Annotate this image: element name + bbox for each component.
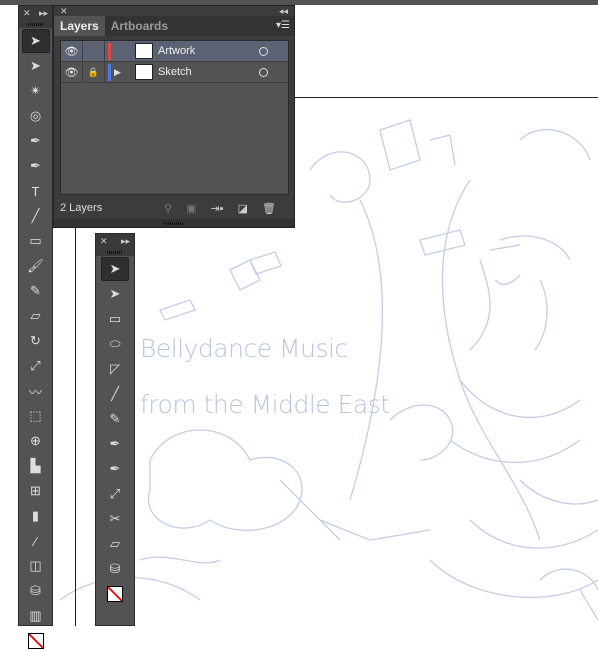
free-transform-tool[interactable]: ⬚ [22, 404, 50, 428]
lasso-tool[interactable]: ◎ [22, 104, 50, 128]
rotate-tool[interactable]: ↻ [22, 329, 50, 353]
expand-icon[interactable]: ▸▸ [121, 236, 130, 247]
lock-icon[interactable]: 🔒 [83, 62, 105, 82]
eraser-tool[interactable]: ▱ [22, 304, 50, 328]
expand-triangle-icon[interactable]: ▶ [114, 67, 130, 78]
trash-icon[interactable]: 🗑 [262, 202, 276, 215]
main-toolbar: ✕ ▸▸ ➤ ➤ ✴ ◎ ✒ ✒ T ╱ ▭ 🖌 ✎ ▱ ↻ ⤢ 〰 ⬚ ⊕ ▙ ⊞ ▮ ⁄ ◫ ⛁ ▥ [18, 5, 53, 649]
floating-toolbar: ✕ ▸▸ ➤ ➤ ▭ ⬭ ◸ ╱ ✎ ✒ ✒ ⤢ ✂ ▱ ⛁ [95, 233, 135, 626]
layers-panel: ✕ ◂◂ Layers Artboards ▾☰ 👁 Artwork 👁 🔒 ▶ … [53, 5, 295, 228]
selection-tool[interactable]: ➤ [21, 29, 50, 53]
layer-row-sketch[interactable]: 👁 🔒 ▶ Sketch [61, 62, 288, 83]
close-icon[interactable]: ✕ [100, 236, 108, 247]
expand-icon[interactable]: ▸▸ [39, 8, 48, 19]
artboard-edge-top [295, 97, 598, 98]
tab-artboards[interactable]: Artboards [105, 16, 174, 36]
pen-tool[interactable]: ✒ [101, 432, 129, 456]
pen-tool[interactable]: ✒ [22, 129, 50, 153]
fill-stroke-swatch[interactable] [22, 629, 50, 653]
layers-list: 👁 Artwork 👁 🔒 ▶ Sketch [60, 40, 289, 195]
panel-resize-grip[interactable] [54, 219, 294, 227]
ellipse-tool[interactable]: ⬭ [101, 332, 129, 356]
paintbrush-tool[interactable]: 🖌 [22, 254, 50, 278]
close-icon[interactable]: ✕ [23, 8, 31, 19]
add-anchor-tool[interactable]: ✒ [101, 457, 129, 481]
lock-toggle[interactable] [83, 41, 105, 61]
target-circle-icon[interactable] [259, 46, 268, 56]
layer-thumbnail [135, 64, 153, 80]
eyedropper-tool[interactable]: ⁄ [22, 529, 50, 553]
scale-tool[interactable]: ⤢ [22, 354, 50, 378]
layer-name[interactable]: Sketch [158, 66, 192, 78]
line-tool[interactable]: ╱ [101, 382, 129, 406]
magic-wand-tool[interactable]: ✴ [22, 79, 50, 103]
direct-selection-tool[interactable]: ➤ [101, 282, 129, 306]
layer-color [108, 42, 111, 60]
layer-color [108, 63, 111, 81]
layer-count: 2 Layers [60, 202, 103, 214]
toolbar-grip[interactable] [96, 248, 134, 256]
gradient-tool[interactable]: ▮ [22, 504, 50, 528]
toolbar-grip[interactable] [19, 20, 52, 28]
sketch-text-line1: Bellydance Music [140, 334, 348, 363]
warp-tool[interactable]: 〰 [22, 379, 50, 403]
eye-icon[interactable]: 👁 [61, 41, 83, 61]
blend-tool[interactable]: ◫ [22, 554, 50, 578]
rectangle-tool[interactable]: ▭ [22, 229, 50, 253]
eraser-tool[interactable]: ▱ [101, 532, 129, 556]
graph-tool[interactable]: ▙ [22, 454, 50, 478]
panel-menu-icon[interactable]: ▾☰ [276, 20, 290, 31]
curvature-tool[interactable]: ✒ [22, 154, 50, 178]
search-icon[interactable]: ⚲ [164, 202, 172, 215]
new-sublayer-icon[interactable]: ⇥▪ [210, 202, 223, 215]
close-icon[interactable]: ✕ [60, 6, 68, 16]
mesh-tool[interactable]: ⊞ [22, 479, 50, 503]
pencil-tool[interactable]: ✎ [101, 407, 129, 431]
sketch-text-line2: from the Middle East [140, 390, 390, 419]
type-tool[interactable]: T [22, 179, 50, 203]
layer-row-artwork[interactable]: 👁 Artwork [61, 41, 288, 62]
line-tool[interactable]: ╱ [22, 204, 50, 228]
selection-tool[interactable]: ➤ [101, 257, 129, 281]
column-graph-tool[interactable]: ▥ [22, 604, 50, 628]
tab-layers[interactable]: Layers [54, 16, 105, 36]
pencil-tool[interactable]: ✎ [22, 279, 50, 303]
collapse-icon[interactable]: ◂◂ [279, 6, 288, 16]
direct-select-arrow-tool[interactable]: ◸ [101, 357, 129, 381]
fill-stroke-swatch[interactable] [101, 582, 129, 606]
clipping-mask-icon[interactable]: ▣ [186, 202, 196, 215]
new-layer-icon[interactable]: ◪ [238, 202, 248, 215]
scissors-tool[interactable]: ✂ [101, 507, 129, 531]
direct-selection-tool[interactable]: ➤ [22, 54, 50, 78]
eye-icon[interactable]: 👁 [61, 62, 83, 82]
symbol-sprayer-tool[interactable]: ⛁ [22, 579, 50, 603]
shape-builder-tool[interactable]: ⊕ [22, 429, 50, 453]
layer-name[interactable]: Artwork [158, 45, 195, 57]
target-circle-icon[interactable] [259, 67, 268, 77]
layer-thumbnail [135, 43, 153, 59]
scale-tool[interactable]: ⤢ [101, 482, 129, 506]
rectangle-tool[interactable]: ▭ [101, 307, 129, 331]
symbol-sprayer-tool[interactable]: ⛁ [101, 557, 129, 581]
